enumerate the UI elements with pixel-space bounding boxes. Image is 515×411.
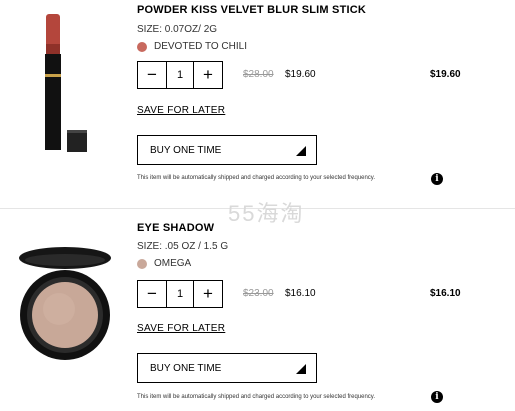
cart-item-eyeshadow: EYE SHADOW SIZE: .05 OZ / 1.5 G OMEGA − …: [0, 215, 515, 411]
item-total: $19.60: [430, 69, 461, 80]
shade-info: DEVOTED TO CHILI: [137, 41, 247, 52]
info-icon[interactable]: i: [431, 173, 443, 185]
cart-item-lipstick: POWDER KISS VELVET BLUR SLIM STICK SIZE:…: [0, 0, 515, 206]
product-size: SIZE: 0.07OZ/ 2G: [137, 24, 218, 35]
decrease-quantity-button[interactable]: −: [138, 281, 166, 307]
shade-swatch: [137, 41, 147, 52]
product-title[interactable]: POWDER KISS VELVET BLUR SLIM STICK: [137, 4, 366, 16]
save-for-later-link[interactable]: SAVE FOR LATER: [137, 105, 225, 116]
purchase-option-value: BUY ONE TIME: [150, 362, 222, 374]
quantity-stepper[interactable]: − 1 +: [137, 61, 223, 89]
sale-price: $16.10: [285, 288, 316, 299]
dropdown-arrow-icon: [296, 364, 306, 374]
save-for-later-link[interactable]: SAVE FOR LATER: [137, 323, 225, 334]
info-icon[interactable]: i: [431, 391, 443, 403]
subscription-note: This item will be automatically shipped …: [137, 175, 376, 181]
decrease-quantity-button[interactable]: −: [138, 62, 166, 88]
shade-swatch: [137, 258, 147, 269]
increase-quantity-button[interactable]: +: [194, 281, 222, 307]
shade-info: OMEGA: [137, 258, 191, 269]
purchase-option-select[interactable]: BUY ONE TIME: [137, 135, 317, 165]
shade-name: OMEGA: [154, 258, 192, 269]
item-total: $16.10: [430, 288, 461, 299]
quantity-value[interactable]: 1: [166, 281, 194, 307]
eyeshadow-product-image: [19, 247, 111, 360]
quantity-stepper[interactable]: − 1 +: [137, 280, 223, 308]
quantity-value[interactable]: 1: [166, 62, 194, 88]
dropdown-arrow-icon: [296, 146, 306, 156]
product-size: SIZE: .05 OZ / 1.5 G: [137, 241, 229, 252]
shade-name: DEVOTED TO CHILI: [154, 41, 247, 52]
sale-price: $19.60: [285, 69, 316, 80]
original-price: $28.00: [243, 69, 274, 80]
product-title[interactable]: EYE SHADOW: [137, 222, 214, 234]
purchase-option-select[interactable]: BUY ONE TIME: [137, 353, 317, 383]
original-price: $23.00: [243, 288, 274, 299]
lipstick-product-image: [45, 14, 87, 152]
purchase-option-value: BUY ONE TIME: [150, 144, 222, 156]
increase-quantity-button[interactable]: +: [194, 62, 222, 88]
subscription-note: This item will be automatically shipped …: [137, 394, 376, 400]
